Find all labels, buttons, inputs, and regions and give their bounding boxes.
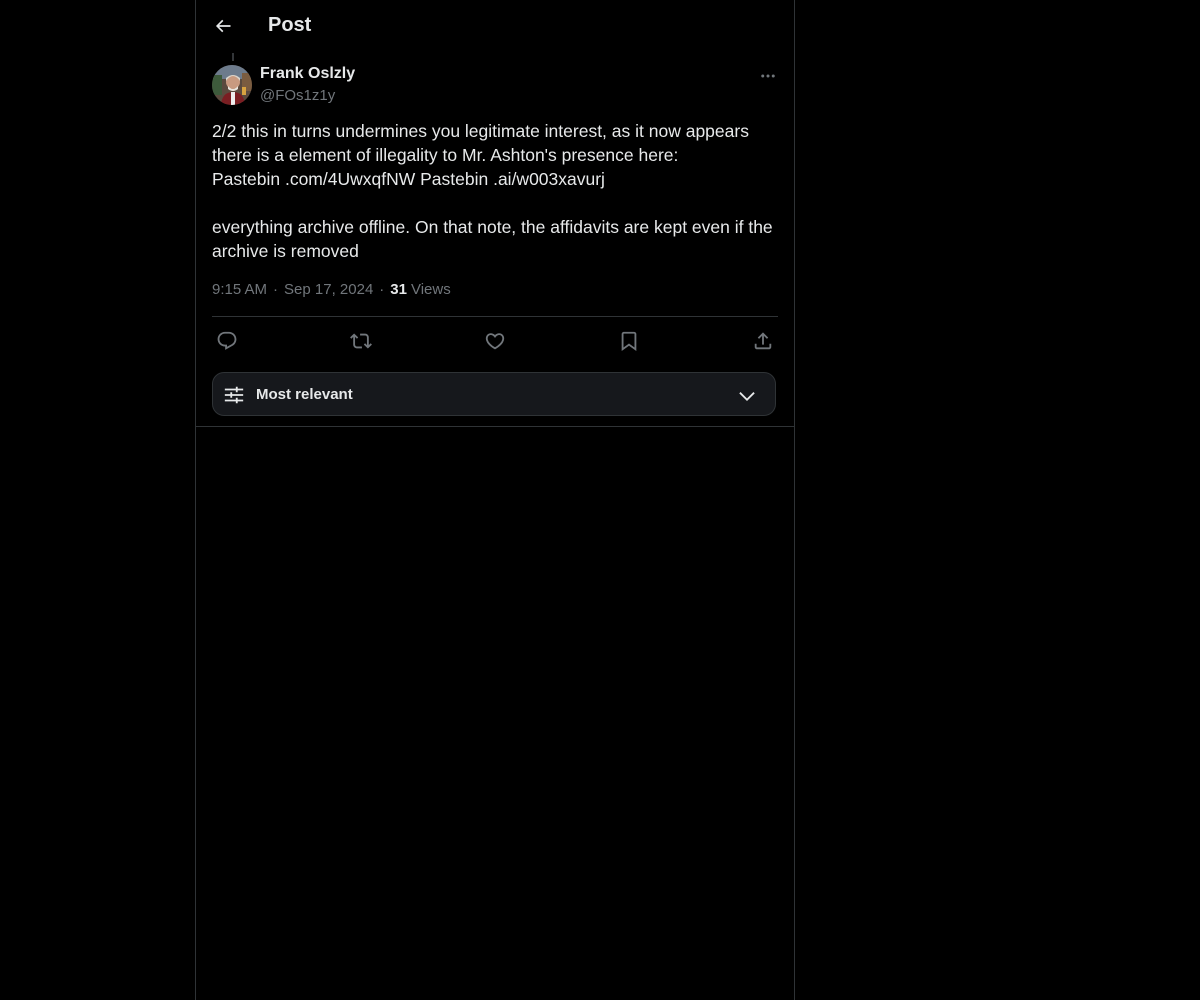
avatar[interactable] xyxy=(212,65,252,105)
meta-separator: · xyxy=(273,281,279,298)
repost-button[interactable] xyxy=(346,326,376,356)
share-button[interactable] xyxy=(748,326,778,356)
more-options-button[interactable] xyxy=(754,64,782,88)
post-time[interactable]: 9:15 AM xyxy=(212,281,267,298)
heart-icon xyxy=(485,333,505,350)
page-title: Post xyxy=(268,14,312,36)
back-button[interactable] xyxy=(206,9,240,43)
post-date[interactable]: Sep 17, 2024 xyxy=(284,281,373,298)
bookmark-icon xyxy=(621,331,637,352)
meta-separator: · xyxy=(379,281,385,298)
thread-connector-line xyxy=(232,53,234,61)
reply-sort-dropdown[interactable]: Most relevant xyxy=(212,372,776,416)
repost-icon xyxy=(350,333,372,349)
sort-label: Most relevant xyxy=(256,386,353,403)
post-body-text: 2/2 this in turns undermines you legitim… xyxy=(212,121,773,261)
primary-column: Post Frank Oslzly @FOs1z1y 2/2 this in t… xyxy=(195,0,795,1000)
divider xyxy=(196,426,794,427)
more-dots-icon xyxy=(761,74,775,78)
chevron-down-icon xyxy=(739,392,755,402)
avatar-image xyxy=(212,65,252,105)
views-count: 31 xyxy=(390,281,407,298)
bookmark-button[interactable] xyxy=(614,326,644,356)
reply-icon xyxy=(217,331,237,350)
sliders-icon xyxy=(224,386,244,404)
page-header: Post xyxy=(196,0,794,53)
reply-button[interactable] xyxy=(212,326,242,356)
arrow-left-icon xyxy=(215,19,231,33)
action-bar xyxy=(212,326,778,356)
author-handle[interactable]: @FOs1z1y xyxy=(260,87,335,104)
like-button[interactable] xyxy=(480,326,510,356)
author-name[interactable]: Frank Oslzly xyxy=(260,65,355,83)
post-metadata: 9:15 AM · Sep 17, 2024 · 31 Views xyxy=(212,281,451,298)
views-label: Views xyxy=(410,281,451,298)
share-icon xyxy=(754,332,772,350)
divider xyxy=(212,316,778,317)
